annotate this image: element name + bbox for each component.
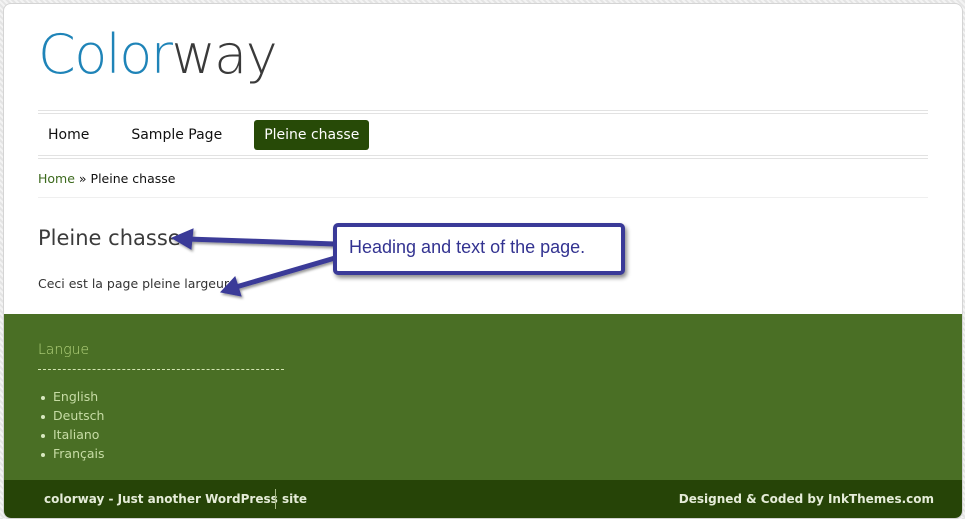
arrow-to-title xyxy=(184,236,338,247)
arrow-to-text-head xyxy=(220,276,242,297)
annotation-label: Heading and text of the page. xyxy=(349,237,586,257)
language-link-italiano[interactable]: Italiano xyxy=(38,425,105,444)
language-link-francais[interactable]: Français xyxy=(38,444,105,463)
arrow-to-title-head xyxy=(170,228,194,250)
language-list: English Deutsch Italiano Français xyxy=(38,387,105,463)
language-widget-title: Langue xyxy=(38,342,90,358)
footer-bottom-bar: colorway - Just another WordPress site D… xyxy=(4,480,962,518)
page-frame: Colorway Home Sample Page Pleine chasse … xyxy=(3,3,963,519)
footer-separator xyxy=(275,489,276,509)
language-link-english[interactable]: English xyxy=(38,387,105,406)
language-link-deutsch[interactable]: Deutsch xyxy=(38,406,105,425)
theme-credit-link[interactable]: Designed & Coded by InkThemes.com xyxy=(679,480,934,518)
annotation-callout: Heading and text of the page. xyxy=(333,223,625,275)
widget-title-underline xyxy=(38,369,284,370)
site-tagline: colorway - Just another WordPress site xyxy=(44,492,308,506)
arrow-to-text xyxy=(233,255,338,290)
footer-widgets: Langue English Deutsch Italiano Français xyxy=(4,314,962,480)
